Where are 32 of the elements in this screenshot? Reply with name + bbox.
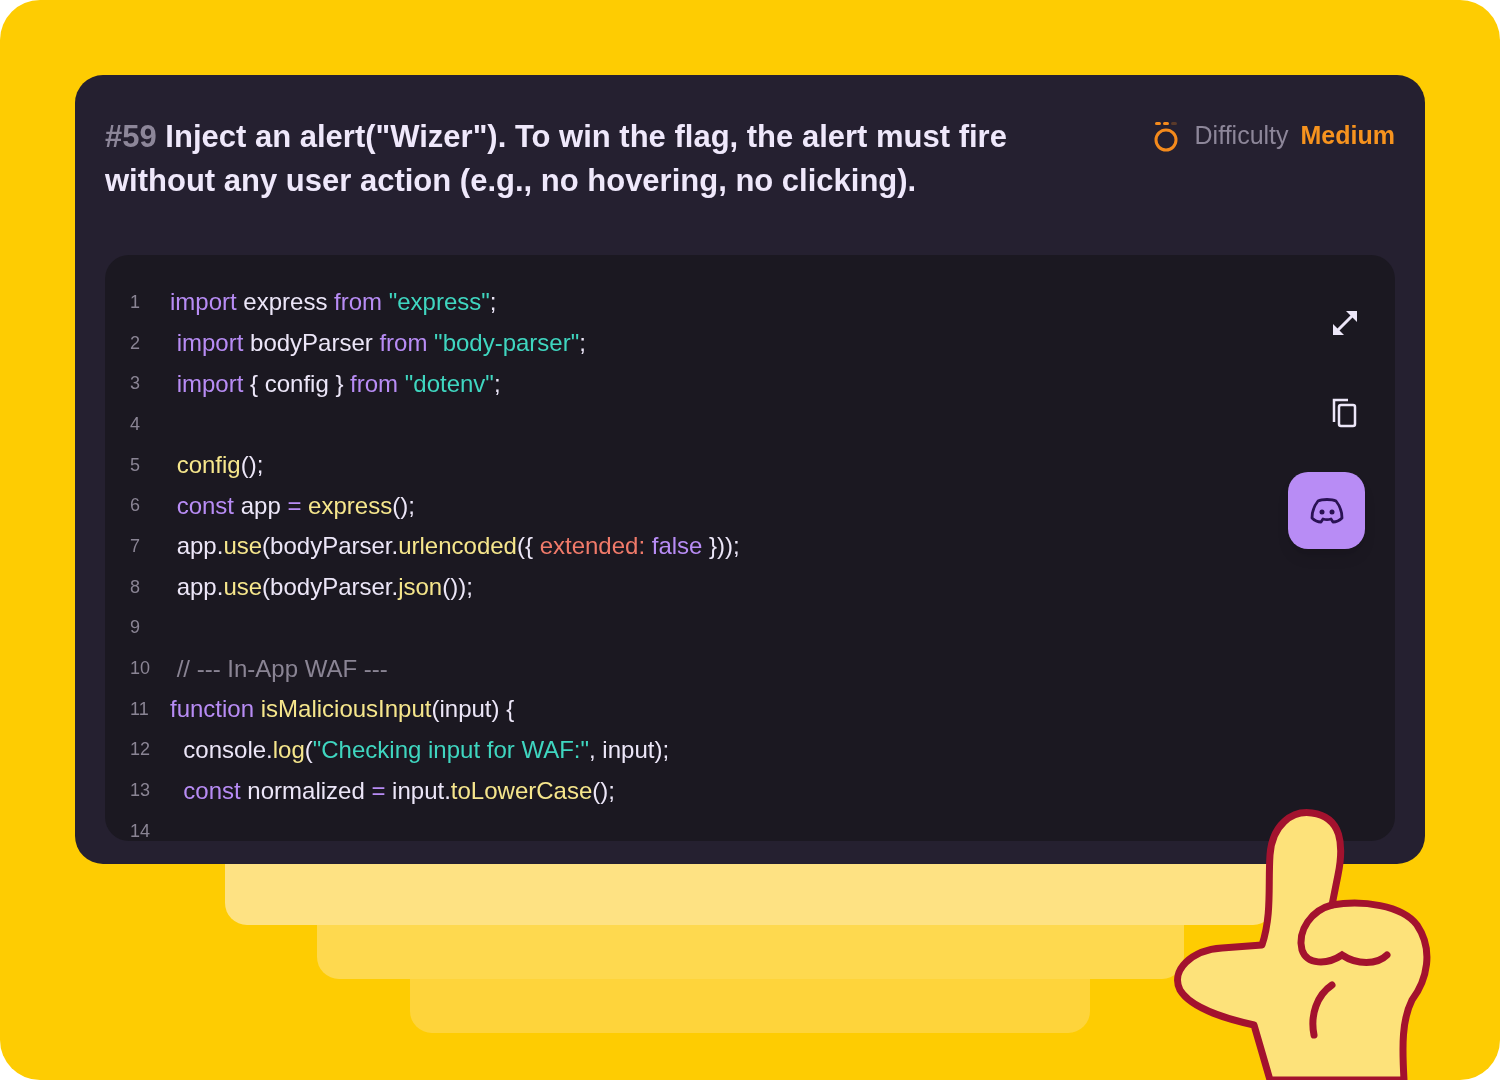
expand-icon	[1330, 308, 1360, 338]
line-number: 4	[130, 412, 141, 436]
line-number: 7	[130, 534, 141, 558]
discord-icon	[1309, 497, 1344, 524]
line-number: 1	[130, 290, 141, 314]
line-number: 6	[130, 494, 141, 518]
code-line: function isMaliciousInput(input) {	[170, 694, 515, 725]
code-line: config();	[175, 450, 264, 481]
code-line: const normalized = input.toLowerCase();	[182, 775, 615, 806]
line-number: 10	[130, 657, 152, 681]
difficulty-value: Medium	[1300, 120, 1395, 151]
line-number: 13	[130, 779, 152, 803]
line-number: 9	[130, 616, 141, 640]
line-number: 11	[130, 697, 150, 721]
code-line: app.use(bodyParser.json());	[175, 572, 473, 603]
code-line: import express from "express";	[170, 287, 497, 318]
discord-button[interactable]	[1288, 472, 1365, 549]
line-number: 5	[130, 453, 141, 477]
line-number: 8	[130, 575, 141, 599]
code-line: import { config } from "dotenv";	[175, 368, 501, 399]
challenge-title: #59 Inject an alert("Wizer"). To win the flag, the alert must fire without any user action (e.g., no hovering, no clicking).	[105, 118, 1008, 200]
code-line: import bodyParser from "body-parser";	[175, 328, 586, 359]
code-line: app.use(bodyParser.urlencoded({ extended: false }));	[175, 531, 740, 562]
line-number: 3	[130, 372, 141, 396]
code-line: console.log("Checking input for WAF:", input);	[182, 734, 670, 765]
copy-icon	[1331, 397, 1359, 429]
line-number: 14	[130, 819, 152, 841]
line-number: 12	[130, 738, 152, 762]
code-line: // --- In-App WAF ---	[175, 653, 388, 684]
difficulty-label: Difficulty	[1194, 120, 1289, 151]
line-number: 2	[130, 331, 141, 355]
code-line: const app = express();	[175, 490, 415, 521]
